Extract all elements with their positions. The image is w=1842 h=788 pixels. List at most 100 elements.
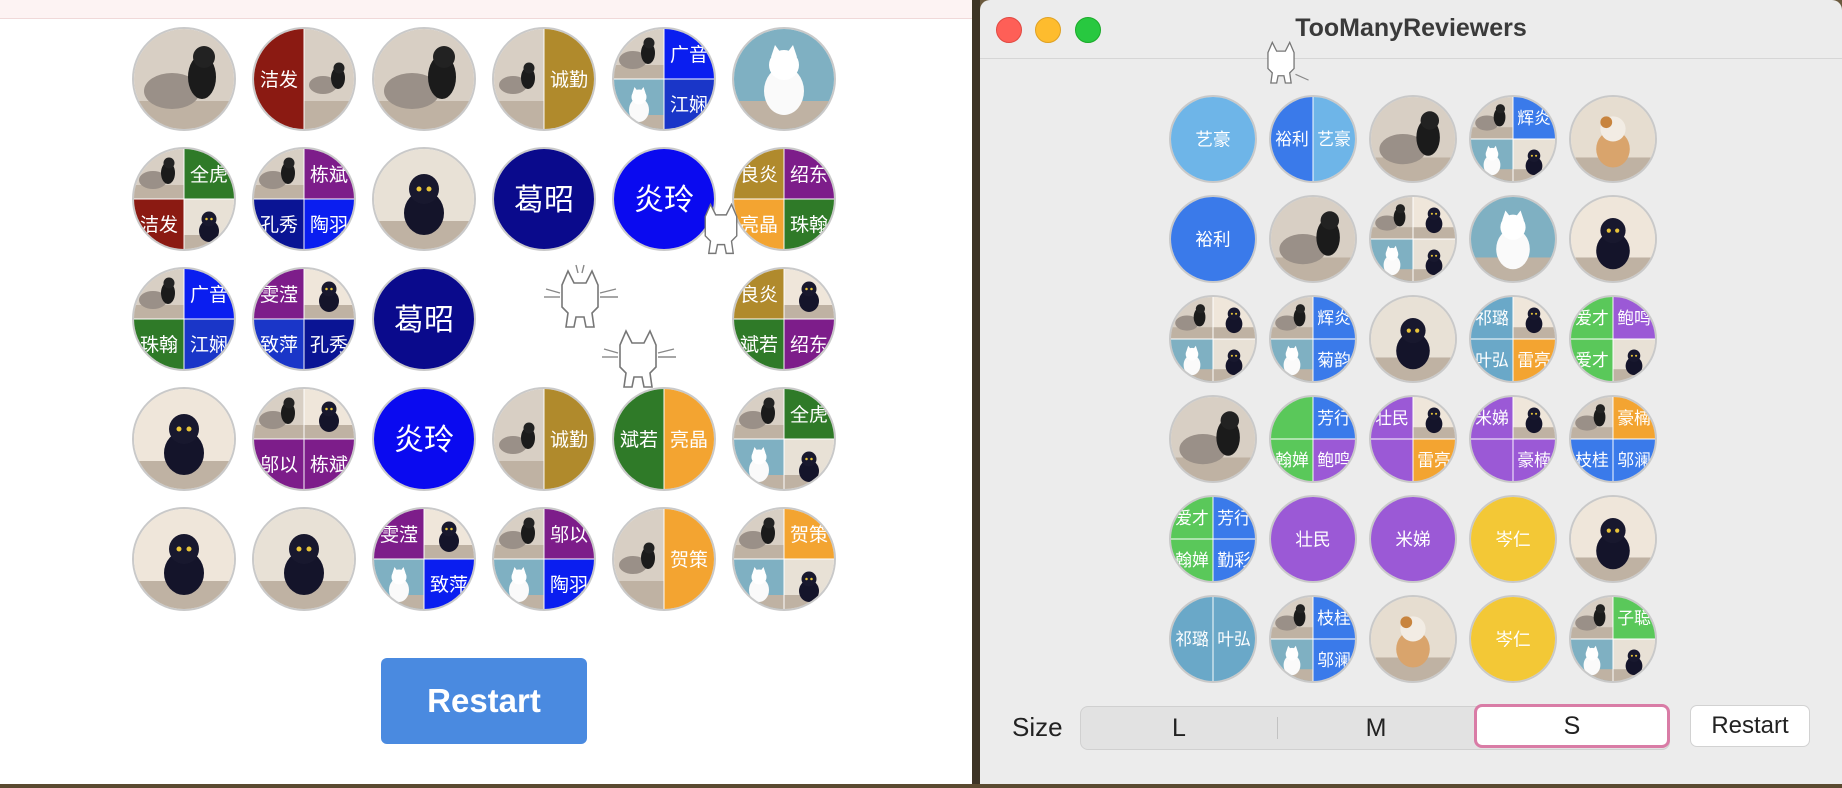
- avatar-tile[interactable]: 芳行 翰婵 鲍鸣: [1269, 395, 1357, 483]
- avatar-tile[interactable]: [1569, 195, 1657, 283]
- avatar-tile[interactable]: [132, 27, 236, 131]
- avatar-tile[interactable]: 辉炎: [1469, 95, 1557, 183]
- tile-label: 勤彩: [1217, 550, 1251, 570]
- avatar-tile[interactable]: [1369, 595, 1457, 683]
- avatar-tile[interactable]: 邬以 栋斌: [252, 387, 356, 491]
- avatar-tile[interactable]: [1269, 195, 1357, 283]
- tile-label: 江娴: [190, 334, 228, 356]
- tile-label: 全虎: [190, 164, 228, 186]
- avatar-tile[interactable]: 祁璐 叶弘: [1169, 595, 1257, 683]
- avatar-tile[interactable]: [252, 507, 356, 611]
- avatar-tile[interactable]: 雯滢致萍: [372, 507, 476, 611]
- tile-label: 邬澜: [1617, 450, 1651, 470]
- tile-label: 江娴: [670, 94, 708, 116]
- avatar-tile[interactable]: 洁发: [252, 27, 356, 131]
- avatar-tile[interactable]: 炎玲: [372, 387, 476, 491]
- size-segmented-control[interactable]: L M S: [1080, 704, 1670, 750]
- tile-label: 绍东: [790, 164, 828, 186]
- tile-label: 艺豪: [1317, 129, 1351, 149]
- tile-label: 米娣: [1395, 529, 1430, 550]
- tile-label: 致萍: [260, 334, 298, 356]
- tile-label: 雯滢: [380, 524, 418, 546]
- avatar-tile[interactable]: 裕利 艺豪: [1269, 95, 1357, 183]
- tile-label: 壮民: [1375, 408, 1409, 428]
- tile-label: 致萍: [430, 574, 468, 596]
- avatar-tile[interactable]: [1469, 195, 1557, 283]
- size-option-s[interactable]: S: [1474, 704, 1670, 748]
- avatar-tile[interactable]: 裕利: [1169, 195, 1257, 283]
- avatar-tile[interactable]: 岑仁: [1469, 595, 1557, 683]
- tile-label: 枝桂: [1575, 450, 1609, 470]
- tile-label: 鲍鸣: [1617, 308, 1651, 328]
- avatar-tile[interactable]: [1369, 195, 1457, 283]
- tile-label: 邬澜: [1317, 650, 1351, 670]
- avatar-tile[interactable]: 葛昭: [372, 267, 476, 371]
- avatar-tile[interactable]: 艺豪: [1169, 95, 1257, 183]
- avatar-tile[interactable]: [1569, 95, 1657, 183]
- avatar-tile[interactable]: [132, 387, 236, 491]
- avatar-tile[interactable]: 广音 江娴: [612, 27, 716, 131]
- tile-label: 良炎: [740, 284, 778, 306]
- avatar-tile[interactable]: [732, 27, 836, 131]
- window-titlebar[interactable]: TooManyReviewers: [980, 0, 1842, 59]
- tile-label: 爱才: [1175, 508, 1209, 528]
- desktop-strip: [0, 784, 1842, 788]
- size-option-m[interactable]: M: [1278, 707, 1474, 749]
- tile-label: 洁发: [140, 214, 178, 236]
- avatar-tile[interactable]: [132, 507, 236, 611]
- avatar-tile[interactable]: 枝桂 邬澜: [1269, 595, 1357, 683]
- avatar-tile[interactable]: 广音珠翰 江娴: [132, 267, 236, 371]
- avatar-tile[interactable]: 辉炎 菊韵: [1269, 295, 1357, 383]
- avatar-tile[interactable]: 良炎 斌若 绍东: [732, 267, 836, 371]
- tile-label: 广音: [190, 284, 228, 306]
- size-option-l[interactable]: L: [1081, 707, 1277, 749]
- avatar-tile[interactable]: [372, 147, 476, 251]
- avatar-tile[interactable]: 爱才 鲍鸣 爱才: [1569, 295, 1657, 383]
- avatar-tile[interactable]: 壮民: [1269, 495, 1357, 583]
- avatar-tile[interactable]: 全虎洁发: [132, 147, 236, 251]
- tile-label: 爱才: [1575, 350, 1609, 370]
- restart-button[interactable]: Restart: [1690, 705, 1810, 747]
- avatar-tile[interactable]: 祁璐 叶弘 雷亮: [1469, 295, 1557, 383]
- tile-label: 岑仁: [1495, 529, 1530, 550]
- avatar-tile[interactable]: 诚勤: [492, 387, 596, 491]
- avatar-tile[interactable]: [372, 27, 476, 131]
- avatar-tile[interactable]: 栋斌 孔秀 陶羽: [252, 147, 356, 251]
- avatar-tile[interactable]: 贺策: [612, 507, 716, 611]
- avatar-tile[interactable]: 米娣: [1369, 495, 1457, 583]
- screen-divider: [972, 0, 980, 788]
- tile-label: 绍东: [790, 334, 828, 356]
- avatar-tile[interactable]: 岑仁: [1469, 495, 1557, 583]
- avatar-tile[interactable]: 葛昭: [492, 147, 596, 251]
- avatar-tile[interactable]: 雯滢 致萍 孔秀: [252, 267, 356, 371]
- tile-label: 葛昭: [514, 183, 574, 218]
- tile-label: 贺策: [790, 524, 828, 546]
- tile-label: 珠翰: [790, 214, 828, 236]
- avatar-tile[interactable]: [1169, 395, 1257, 483]
- avatar-tile[interactable]: 豪楠枝桂 邬澜: [1569, 395, 1657, 483]
- tile-label: 炎玲: [634, 183, 694, 218]
- tile-label: 珠翰: [140, 334, 178, 356]
- tile-label: 壮民: [1295, 529, 1330, 550]
- tile-label: 裕利: [1275, 129, 1309, 149]
- avatar-tile[interactable]: 诚勤: [492, 27, 596, 131]
- tile-label: 良炎: [740, 164, 778, 186]
- avatar-tile[interactable]: [1369, 95, 1457, 183]
- avatar-tile[interactable]: [1169, 295, 1257, 383]
- avatar-tile[interactable]: 全虎: [732, 387, 836, 491]
- tile-label: 陶羽: [310, 214, 348, 236]
- tile-label: 豪楠: [1617, 408, 1651, 428]
- avatar-tile[interactable]: 爱才 芳行 翰婵 勤彩: [1169, 495, 1257, 583]
- tile-label: 辉炎: [1517, 108, 1551, 128]
- avatar-tile[interactable]: [1569, 495, 1657, 583]
- avatar-tile[interactable]: 斌若 亮晶: [612, 387, 716, 491]
- avatar-tile[interactable]: 米娣 豪楠: [1469, 395, 1557, 483]
- tile-label: 祁璐: [1175, 629, 1209, 649]
- avatar-tile[interactable]: 贺策: [732, 507, 836, 611]
- avatar-tile[interactable]: 邬以 陶羽: [492, 507, 596, 611]
- restart-button[interactable]: Restart: [381, 658, 587, 744]
- avatar-tile[interactable]: 子聪: [1569, 595, 1657, 683]
- avatar-tile[interactable]: [1369, 295, 1457, 383]
- avatar-tile[interactable]: 壮民 雷亮: [1369, 395, 1457, 483]
- tile-label: 广音: [670, 44, 708, 66]
